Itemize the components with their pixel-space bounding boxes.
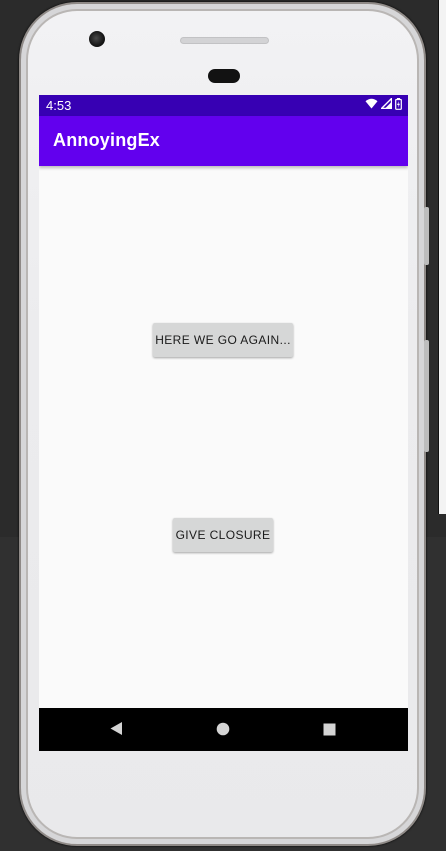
navigation-bar	[39, 708, 408, 751]
background-panel-edge	[438, 0, 446, 514]
app-title: AnnoyingEx	[53, 130, 161, 150]
volume-button	[424, 340, 429, 452]
here-we-go-again-button[interactable]: HERE WE GO AGAIN...	[153, 323, 293, 357]
proximity-sensor	[208, 69, 240, 83]
back-icon	[109, 721, 123, 740]
home-icon	[216, 721, 230, 740]
status-time: 4:53	[46, 98, 72, 113]
give-closure-button[interactable]: GIVE CLOSURE	[173, 518, 273, 552]
earpiece-speaker	[180, 37, 269, 44]
home-button[interactable]	[209, 716, 237, 744]
wifi-icon	[365, 98, 378, 113]
battery-icon	[395, 97, 402, 114]
device-screen: 4:53 AnnoyingEx HERE WE GO AGAIN... GIVE…	[39, 95, 408, 751]
front-camera	[89, 31, 105, 47]
status-icons	[365, 96, 402, 114]
recents-button[interactable]	[315, 716, 343, 744]
status-bar: 4:53	[39, 95, 408, 116]
back-button[interactable]	[102, 716, 130, 744]
signal-icon	[379, 96, 393, 113]
recents-icon	[323, 721, 336, 740]
app-bar: AnnoyingEx	[39, 116, 408, 166]
power-button	[424, 207, 429, 265]
